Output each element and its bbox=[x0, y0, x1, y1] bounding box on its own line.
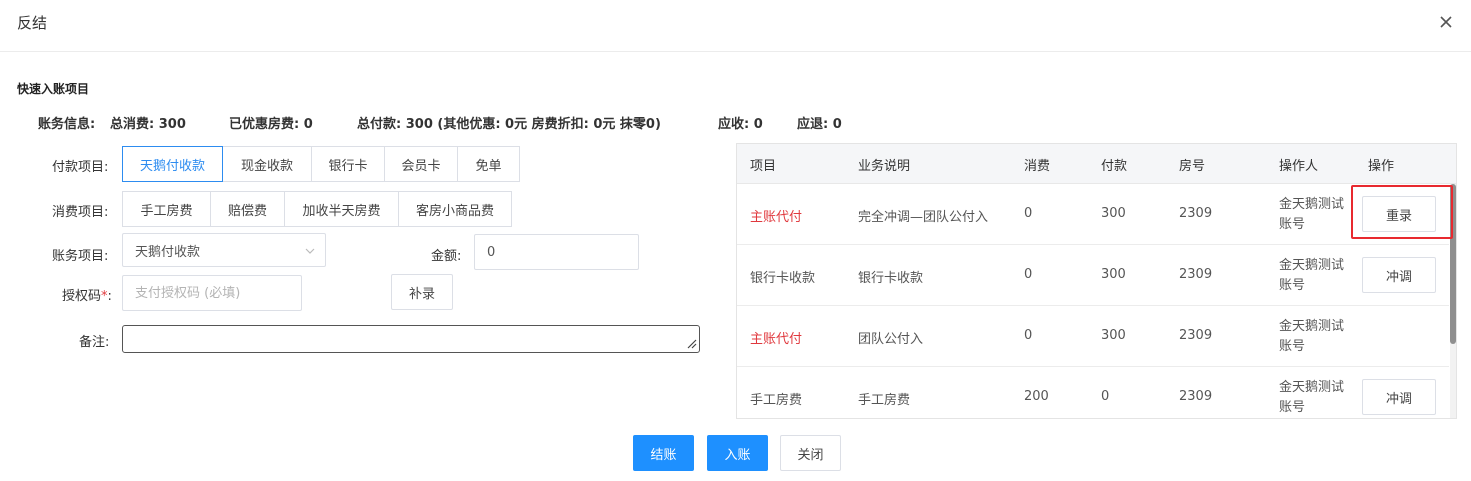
cell-operator: 金天鹅测试 账号 bbox=[1279, 319, 1345, 354]
dialog-title: 反结 bbox=[17, 14, 48, 32]
payment-option-cash[interactable]: 现金收款 bbox=[222, 146, 312, 182]
cell-description: 完全冲调—团队公付入 bbox=[858, 210, 989, 225]
close-button[interactable]: 关闭 bbox=[780, 435, 841, 471]
payment-option-tianepay[interactable]: 天鹅付收款 bbox=[122, 146, 223, 182]
refundable: 应退: 0 bbox=[797, 117, 842, 132]
cell-room: 2309 bbox=[1179, 328, 1213, 343]
ledger-table: 项目 业务说明 消费 付款 房号 操作人 操作 主账代付 完全冲调—团队公付入 … bbox=[736, 143, 1457, 419]
account-info-label: 账务信息: bbox=[38, 117, 96, 132]
table-scrollbar[interactable] bbox=[1450, 184, 1456, 418]
close-icon[interactable] bbox=[1436, 12, 1456, 32]
reverse-button[interactable]: 冲调 bbox=[1362, 379, 1436, 415]
payment-items-label: 付款项目: bbox=[52, 160, 109, 175]
reverse-button[interactable]: 冲调 bbox=[1362, 257, 1436, 293]
table-row: 主账代付 团队公付入 0 300 2309 金天鹅测试 账号 bbox=[737, 306, 1449, 367]
auth-code-input[interactable] bbox=[122, 275, 302, 311]
header-room: 房号 bbox=[1179, 159, 1206, 174]
cell-consumption: 0 bbox=[1024, 267, 1033, 282]
total-consumption: 总消费: 300 bbox=[110, 117, 186, 132]
table-row: 银行卡收款 银行卡收款 0 300 2309 金天鹅测试 账号 冲调 bbox=[737, 245, 1449, 306]
dialog-header: 反结 bbox=[0, 0, 1471, 52]
cell-room: 2309 bbox=[1179, 206, 1213, 221]
discounted-room-fee: 已优惠房费: 0 bbox=[229, 117, 313, 132]
amount-label: 金额: bbox=[431, 249, 462, 264]
header-consumption: 消费 bbox=[1024, 159, 1051, 174]
remarks-textarea[interactable] bbox=[122, 325, 700, 353]
scroll-thumb[interactable] bbox=[1450, 184, 1456, 344]
cell-room: 2309 bbox=[1179, 267, 1213, 282]
cell-operator: 金天鹅测试 账号 bbox=[1279, 380, 1345, 415]
account-item-select[interactable]: 天鹅付收款 bbox=[122, 233, 326, 267]
cell-payment: 300 bbox=[1101, 328, 1126, 343]
supplement-button[interactable]: 补录 bbox=[391, 274, 453, 310]
cell-item: 手工房费 bbox=[750, 393, 803, 408]
header-item: 项目 bbox=[750, 159, 777, 174]
section-title: 快速入账项目 bbox=[17, 82, 90, 96]
remarks-label: 备注: bbox=[79, 335, 110, 350]
header-description: 业务说明 bbox=[858, 159, 911, 174]
account-item-value: 天鹅付收款 bbox=[135, 244, 201, 260]
auth-code-label: 授权码*: bbox=[62, 289, 112, 304]
cell-operator: 金天鹅测试 账号 bbox=[1279, 197, 1345, 232]
cell-item: 主账代付 bbox=[750, 210, 803, 225]
table-row: 手工房费 手工房费 200 0 2309 金天鹅测试 账号 冲调 bbox=[737, 367, 1449, 418]
consumption-option-compensation[interactable]: 赔偿费 bbox=[210, 191, 285, 227]
amount-input[interactable] bbox=[474, 234, 639, 270]
payment-items-group: 天鹅付收款 现金收款 银行卡 会员卡 免单 bbox=[122, 146, 520, 182]
header-payment: 付款 bbox=[1101, 159, 1128, 174]
resize-grip-icon[interactable] bbox=[686, 338, 697, 349]
payment-option-member-card[interactable]: 会员卡 bbox=[384, 146, 458, 182]
cell-description: 手工房费 bbox=[858, 393, 911, 408]
post-button[interactable]: 入账 bbox=[707, 435, 768, 471]
checkout-button[interactable]: 结账 bbox=[633, 435, 694, 471]
consumption-option-half-day-fee[interactable]: 加收半天房费 bbox=[284, 191, 399, 227]
consumption-option-manual-room-fee[interactable]: 手工房费 bbox=[122, 191, 211, 227]
header-action: 操作 bbox=[1368, 159, 1395, 174]
receivable: 应收: 0 bbox=[718, 117, 763, 132]
cell-description: 银行卡收款 bbox=[858, 271, 924, 286]
cell-payment: 0 bbox=[1101, 389, 1110, 404]
cell-item: 主账代付 bbox=[750, 332, 803, 347]
account-item-label: 账务项目: bbox=[52, 249, 109, 264]
total-payment: 总付款: 300 (其他优惠: 0元 房费折扣: 0元 抹零0) bbox=[357, 117, 661, 132]
cell-payment: 300 bbox=[1101, 206, 1126, 221]
cell-operator: 金天鹅测试 账号 bbox=[1279, 258, 1345, 293]
consumption-items-label: 消费项目: bbox=[52, 205, 109, 220]
re-enter-button[interactable]: 重录 bbox=[1362, 196, 1436, 232]
cell-payment: 300 bbox=[1101, 267, 1126, 282]
cell-consumption: 0 bbox=[1024, 328, 1033, 343]
cell-room: 2309 bbox=[1179, 389, 1213, 404]
table-row: 主账代付 完全冲调—团队公付入 0 300 2309 金天鹅测试 账号 重录 bbox=[737, 184, 1449, 245]
consumption-option-minibar-fee[interactable]: 客房小商品费 bbox=[398, 191, 512, 227]
payment-option-free[interactable]: 免单 bbox=[457, 146, 520, 182]
payment-option-bank-card[interactable]: 银行卡 bbox=[311, 146, 385, 182]
header-operator: 操作人 bbox=[1279, 159, 1319, 174]
consumption-items-group: 手工房费 赔偿费 加收半天房费 客房小商品费 bbox=[122, 191, 512, 227]
cell-description: 团队公付入 bbox=[858, 332, 924, 347]
cell-item: 银行卡收款 bbox=[750, 271, 816, 286]
cell-consumption: 0 bbox=[1024, 206, 1033, 221]
cell-consumption: 200 bbox=[1024, 389, 1049, 404]
chevron-down-icon bbox=[305, 245, 315, 255]
table-header: 项目 业务说明 消费 付款 房号 操作人 操作 bbox=[737, 144, 1456, 184]
